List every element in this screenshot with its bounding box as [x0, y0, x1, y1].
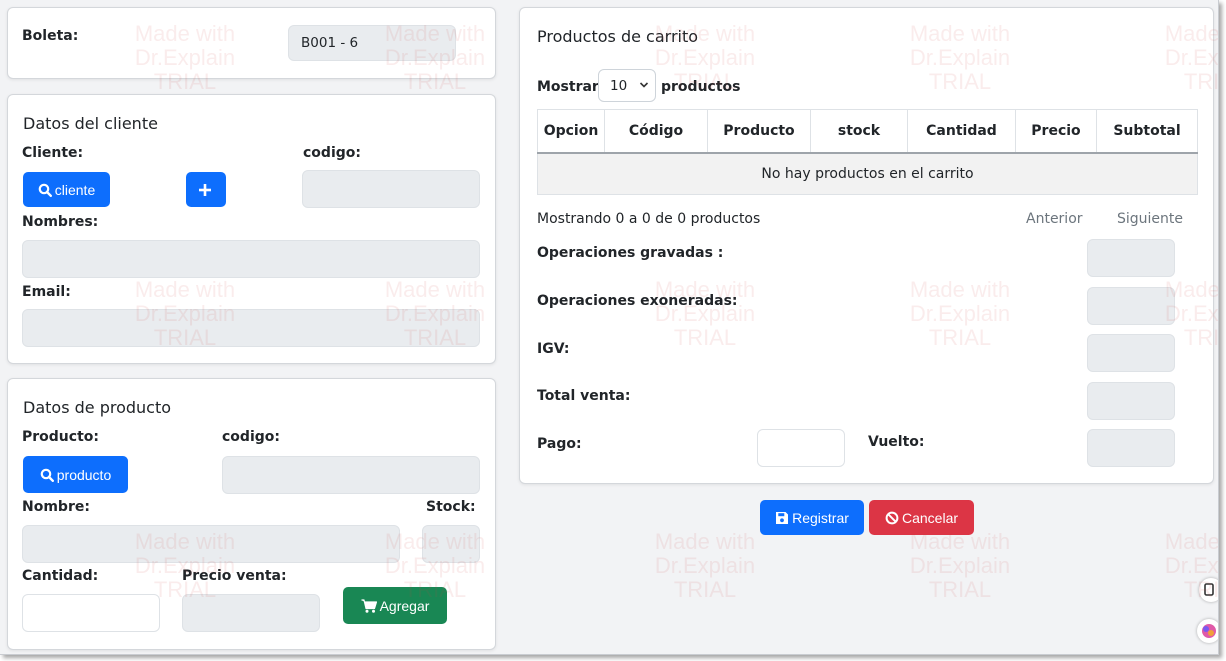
cliente-title: Datos del cliente [23, 114, 158, 133]
page-size-select[interactable]: 10 [598, 69, 656, 102]
add-cliente-button[interactable] [186, 172, 226, 207]
table-header-row: Opcion Código Producto stock Cantidad Pr… [537, 109, 1198, 154]
search-cliente-label: cliente [54, 181, 96, 198]
search-producto-button[interactable]: producto [23, 456, 128, 493]
igv-label: IGV: [537, 341, 570, 357]
nombres-field[interactable] [22, 240, 480, 278]
search-icon [38, 183, 55, 197]
col-stock[interactable]: stock [810, 109, 908, 154]
search-icon [40, 468, 57, 482]
empty-message: No hay productos en el carrito [537, 152, 1198, 195]
stock-field[interactable] [422, 525, 480, 563]
gravadas-field[interactable] [1087, 239, 1175, 277]
pago-label: Pago: [537, 436, 582, 452]
cliente-codigo-label: codigo: [303, 145, 361, 161]
registrar-button[interactable]: Registrar [760, 500, 864, 535]
col-cantidad[interactable]: Cantidad [907, 109, 1016, 154]
cancelar-button[interactable]: Cancelar [869, 500, 974, 535]
exoneradas-field[interactable] [1087, 287, 1175, 325]
producto-codigo-label: codigo: [222, 429, 280, 445]
cart-icon [361, 598, 380, 613]
vuelto-field[interactable] [1087, 429, 1175, 467]
agregar-label: Agregar [379, 597, 430, 614]
watermark-text: Made withDr.ExplainTRIAL [909, 529, 1011, 602]
registrar-label: Registrar [792, 509, 849, 526]
boleta-value: B001 - 6 [301, 35, 359, 51]
boleta-label: Boleta: [22, 28, 79, 44]
agregar-button[interactable]: Agregar [343, 587, 447, 624]
boleta-card: Boleta: B001 - 6 [7, 7, 496, 79]
cantidad-label: Cantidad: [22, 568, 99, 584]
stock-label: Stock: [426, 499, 476, 515]
next-page-button[interactable]: Siguiente [1117, 211, 1183, 227]
pago-field[interactable] [757, 429, 845, 467]
cliente-label: Cliente: [22, 145, 84, 161]
producto-title: Datos de producto [23, 398, 172, 417]
nombres-label: Nombres: [22, 214, 99, 230]
chevron-down-icon [639, 80, 649, 90]
carrito-title: Productos de carrito [537, 27, 699, 46]
cantidad-field[interactable] [22, 594, 160, 632]
vuelto-label: Vuelto: [868, 434, 925, 450]
exoneradas-label: Operaciones exoneradas: [537, 293, 738, 309]
col-precio[interactable]: Precio [1015, 109, 1097, 154]
app-frame: Boleta: B001 - 6 Datos del cliente Clien… [0, 0, 1219, 655]
total-venta-label: Total venta: [537, 388, 631, 404]
col-opcion[interactable]: Opcion [537, 109, 605, 154]
precio-venta-field[interactable] [182, 594, 320, 632]
productos-label: productos [661, 79, 741, 95]
cart-table: Opcion Código Producto stock Cantidad Pr… [537, 109, 1198, 195]
nombre-label: Nombre: [22, 499, 90, 515]
email-label: Email: [22, 284, 71, 300]
cliente-card: Datos del cliente Cliente: codigo: clien… [7, 94, 496, 364]
assistant-icon[interactable] [1197, 619, 1218, 643]
carrito-card: Productos de carrito Mostrar 10 producto… [519, 7, 1214, 484]
extension-icon[interactable] [1199, 578, 1218, 602]
nombre-field[interactable] [22, 525, 400, 563]
total-venta-field[interactable] [1087, 382, 1175, 420]
boleta-field: B001 - 6 [288, 25, 456, 61]
table-info: Mostrando 0 a 0 de 0 productos [537, 211, 761, 227]
page-size-value: 10 [610, 78, 628, 94]
watermark-text: Made withDr.ExplainTRIAL [654, 529, 756, 602]
producto-label: Producto: [22, 429, 99, 445]
producto-codigo-field[interactable] [222, 456, 480, 494]
gravadas-label: Operaciones gravadas : [537, 245, 724, 261]
ban-icon [885, 511, 902, 525]
col-codigo[interactable]: Código [604, 109, 708, 154]
email-field[interactable] [22, 309, 480, 347]
precio-venta-label: Precio venta: [182, 568, 287, 584]
plus-icon [198, 183, 215, 197]
save-icon [775, 511, 792, 525]
producto-card: Datos de producto Producto: codigo: prod… [7, 378, 496, 650]
table-row: No hay productos en el carrito [537, 152, 1198, 195]
search-cliente-button[interactable]: cliente [23, 172, 110, 207]
cancelar-label: Cancelar [901, 509, 959, 526]
search-producto-label: producto [56, 466, 112, 483]
col-producto[interactable]: Producto [707, 109, 811, 154]
prev-page-button[interactable]: Anterior [1026, 211, 1083, 227]
col-subtotal[interactable]: Subtotal [1096, 109, 1198, 154]
mostrar-label: Mostrar [537, 79, 599, 95]
igv-field[interactable] [1087, 334, 1175, 372]
cliente-codigo-field[interactable] [302, 170, 480, 208]
